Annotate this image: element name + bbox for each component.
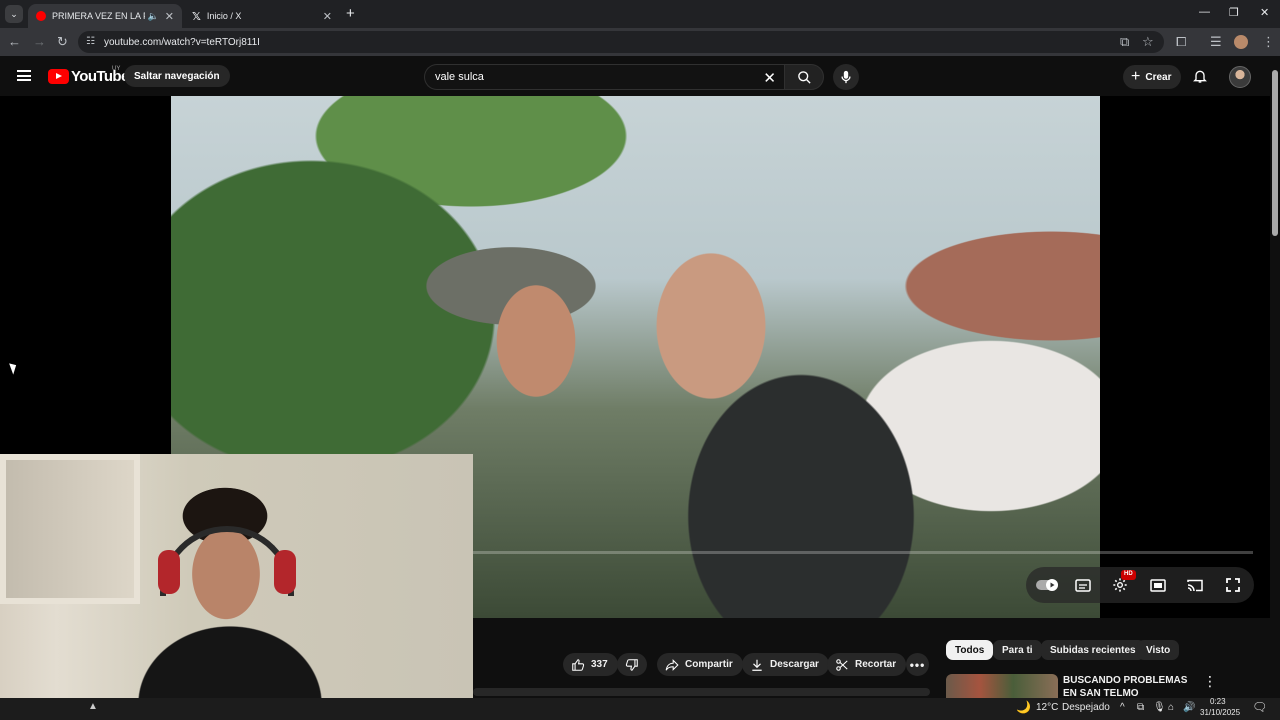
thumbs-up-icon	[572, 658, 585, 671]
restore-icon[interactable]: ❐	[1229, 6, 1239, 19]
youtube-play-logo-icon	[48, 69, 69, 84]
download-label: Descargar	[770, 659, 819, 670]
reading-list-icon[interactable]: ☰	[1210, 34, 1222, 50]
profile-icon[interactable]	[1234, 35, 1248, 49]
reload-icon[interactable]: ↻	[57, 34, 68, 50]
menu-icon[interactable]	[17, 70, 31, 81]
clock-time[interactable]: 0:23	[1210, 697, 1226, 706]
fullscreen-icon[interactable]	[1223, 575, 1243, 595]
install-app-icon[interactable]: ⧉	[1120, 34, 1129, 50]
close-window-icon[interactable]: ✕	[1260, 6, 1269, 19]
share-button[interactable]: Compartir	[657, 653, 743, 676]
browser-toolbar: ← → ↻ ☷ youtube.com/watch?v=teRTOrj811I …	[0, 28, 1280, 56]
headphone-left-cup	[158, 550, 180, 594]
chip-subidas-recientes[interactable]: Subidas recientes	[1041, 640, 1145, 660]
search-button[interactable]	[784, 64, 824, 90]
headphone-right-cup	[274, 550, 296, 594]
search-input[interactable]: vale sulca ✕	[424, 64, 784, 90]
browser-tab-strip: ⌄ PRIMERA VEZ EN LA FIESTA 🔈 ✕ 𝕏 Inicio …	[0, 0, 1280, 28]
forward-icon[interactable]: →	[33, 34, 46, 50]
recommendation-thumbnail[interactable]	[946, 674, 1058, 698]
clip-button[interactable]: Recortar	[827, 653, 907, 676]
clear-search-icon[interactable]: ✕	[763, 69, 776, 87]
like-button[interactable]: 337	[563, 653, 618, 676]
new-tab-icon[interactable]: +	[346, 5, 355, 22]
search-icon	[797, 70, 811, 84]
tab-search-icon[interactable]: ⌄	[5, 5, 23, 23]
miniplayer-icon[interactable]	[1148, 575, 1168, 595]
youtube-masthead: YouTube UY Saltar navegación vale sulca …	[0, 56, 1270, 96]
bookmark-star-icon[interactable]: ☆	[1142, 34, 1154, 50]
subtitles-icon[interactable]	[1073, 575, 1093, 595]
skip-navigation-button[interactable]: Saltar navegación	[124, 65, 230, 87]
like-count: 337	[591, 659, 608, 670]
scissors-icon	[836, 658, 848, 671]
browser-tab-youtube[interactable]: PRIMERA VEZ EN LA FIESTA 🔈 ✕	[28, 4, 182, 28]
microphone-icon	[841, 70, 851, 84]
weather-status[interactable]: Despejado	[1062, 702, 1110, 713]
chip-visto[interactable]: Visto	[1137, 640, 1180, 660]
more-actions-button[interactable]: •••	[906, 653, 929, 676]
close-tab-icon[interactable]: ✕	[323, 10, 332, 23]
plus-icon: +	[1131, 68, 1141, 85]
thumbs-down-icon	[625, 658, 638, 671]
more-vertical-icon[interactable]: ⋮	[1203, 673, 1217, 690]
clip-label: Recortar	[855, 659, 897, 670]
minimize-icon[interactable]: —	[1199, 6, 1210, 18]
back-icon[interactable]: ←	[8, 34, 21, 50]
browser-tab-x[interactable]: 𝕏 Inicio / X ✕	[184, 4, 340, 28]
player-controls-bar	[1026, 567, 1254, 603]
scrollbar-thumb[interactable]	[1272, 70, 1278, 236]
tab-title: Inicio / X	[206, 11, 242, 21]
browser-menu-icon[interactable]: ⋮	[1262, 34, 1275, 50]
cast-icon[interactable]	[1185, 575, 1205, 595]
video-progress-bar[interactable]	[473, 551, 1253, 554]
extensions-icon[interactable]: ⧠	[1176, 34, 1186, 50]
taskbar-chevron-icon[interactable]: ▲	[88, 701, 98, 712]
create-label: Crear	[1145, 71, 1172, 83]
more-horizontal-icon: •••	[909, 657, 926, 672]
download-button[interactable]: Descargar	[742, 653, 829, 676]
show-hidden-icons-icon[interactable]: ^	[1120, 702, 1125, 713]
window-frame	[0, 454, 140, 604]
address-bar[interactable]: ☷ youtube.com/watch?v=teRTOrj811I	[78, 31, 1164, 53]
x-favicon-icon: 𝕏	[192, 11, 201, 23]
comments-section-preview	[473, 688, 930, 696]
tab-title: PRIMERA VEZ EN LA FIESTA	[52, 11, 145, 21]
youtube-favicon-icon	[36, 11, 46, 21]
notifications-bell-icon[interactable]	[1192, 68, 1208, 89]
share-label: Compartir	[685, 659, 733, 670]
search-query: vale sulca	[435, 71, 484, 83]
recommendation-title[interactable]: BUSCANDO PROBLEMAS EN SAN TELMO	[1063, 674, 1193, 698]
create-button[interactable]: + Crear	[1123, 65, 1182, 89]
webcam-overlay	[0, 454, 473, 720]
share-icon	[665, 658, 679, 671]
country-code: UY	[112, 66, 121, 72]
temperature[interactable]: 12°C	[1036, 702, 1058, 713]
dislike-button[interactable]	[617, 653, 647, 676]
site-info-icon[interactable]: ☷	[86, 36, 95, 47]
clock-date[interactable]: 31/10/2025	[1200, 708, 1240, 717]
microphone-tray-icon[interactable]: 🎙	[1153, 702, 1166, 713]
download-icon	[752, 659, 762, 671]
autoplay-toggle[interactable]	[1036, 575, 1058, 595]
network-icon[interactable]: ⌂	[1168, 702, 1174, 713]
moon-weather-icon: 🌙	[1016, 700, 1031, 714]
account-avatar[interactable]	[1229, 66, 1251, 88]
notifications-tray-icon[interactable]: 🗨	[1252, 700, 1267, 714]
audio-playing-icon[interactable]: 🔈	[148, 11, 159, 22]
chip-para-ti[interactable]: Para ti	[993, 640, 1042, 660]
meet-now-icon[interactable]: ⧉	[1137, 702, 1144, 713]
voice-search-button[interactable]	[833, 64, 859, 90]
hd-quality-badge: HD	[1121, 570, 1136, 580]
volume-icon[interactable]: 🔊	[1183, 702, 1195, 713]
chip-todos[interactable]: Todos	[946, 640, 994, 660]
close-tab-icon[interactable]: ✕	[165, 10, 174, 23]
url-text: youtube.com/watch?v=teRTOrj811I	[104, 36, 260, 48]
